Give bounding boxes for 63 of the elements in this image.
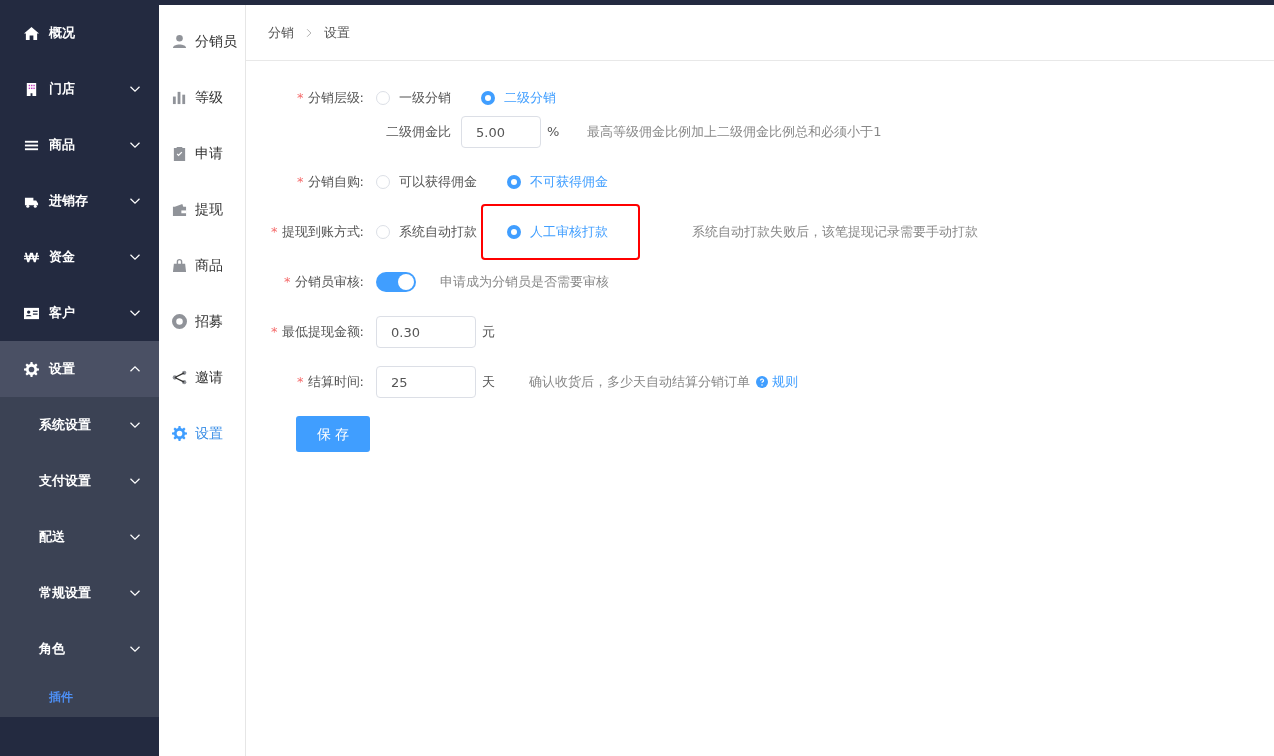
sidebar-subitem[interactable]: 系统设置 [0,397,159,453]
building-icon [24,81,39,97]
required-mark: * [297,174,304,190]
field-label: 最低提现金额: [281,324,364,340]
shopping-bag-icon [172,257,187,273]
unit-label: % [547,123,560,142]
sidebar-item[interactable]: 资金 [0,229,159,285]
subnav-item[interactable]: 邀请 [159,349,245,405]
subnav-item[interactable]: 商品 [159,237,245,293]
sidebar-item[interactable]: 商品 [0,117,159,173]
sidebar-item[interactable]: 进销存 [0,173,159,229]
unit-label: 天 [482,373,495,392]
field-label: 二级佣金比 [386,123,451,142]
clipboard-icon [172,145,187,161]
unit-label: 元 [482,323,495,342]
field-label: 分销层级: [307,90,364,106]
radio-option[interactable]: 一级分销 [376,88,451,108]
required-mark: * [271,324,278,340]
lifebuoy-icon [172,313,187,329]
subnav-item[interactable]: 申请 [159,125,245,181]
breadcrumb-link[interactable]: 分销 [268,22,294,43]
subnav-item[interactable]: 设置 [159,405,245,461]
subnav-item[interactable]: 提现 [159,181,245,237]
radio-option[interactable]: 可以获得佣金 [376,172,477,192]
toggle-switch[interactable] [376,272,416,292]
sidebar-subitem[interactable]: 常规设置 [0,565,159,621]
required-mark: * [297,90,304,106]
breadcrumb-current: 设置 [324,23,350,42]
sidebar-subitem[interactable]: 支付设置 [0,453,159,509]
help-text: 申请成为分销员是否需要审核 [440,273,609,292]
settings-icon [172,425,187,441]
field-label: 分销自购: [307,174,364,190]
help-text: 系统自动打款失败后，该笔提现记录需要手动打款 [692,223,978,242]
help-text: 确认收货后，多少天自动结算分销订单 [529,373,750,392]
text-input[interactable]: 25 [376,366,476,398]
help-text: 最高等级佣金比例加上二级佣金比例总和必须小于1 [587,123,882,142]
help-icon [756,376,768,388]
text-input[interactable]: 5.00 [461,116,541,148]
chevron-right-icon [304,27,314,38]
bar-chart-icon [172,89,187,105]
sidebar-subitem[interactable]: 配送 [0,509,159,565]
sidebar-item[interactable]: 设置 [0,341,159,397]
sidebar-item[interactable]: 门店 [0,61,159,117]
required-mark: * [297,374,304,390]
field-label: 提现到账方式: [281,224,364,240]
wallet-icon [172,201,187,217]
subnav-item[interactable]: 分销员 [159,13,245,69]
radio-option[interactable]: 系统自动打款 [376,222,477,242]
field-label: 结算时间: [307,374,364,390]
subnav-item[interactable]: 等级 [159,69,245,125]
share-icon [172,369,187,385]
field-label: 分销员审核: [294,274,364,290]
sidebar-item[interactable]: 概况 [0,5,159,61]
required-mark: * [284,274,291,290]
sidebar-item[interactable]: 客户 [0,285,159,341]
id-card-icon [24,305,39,321]
required-mark: * [271,224,278,240]
text-input[interactable]: 0.30 [376,316,476,348]
settings-icon [24,361,39,377]
house-icon [24,25,39,41]
user-icon [172,33,187,49]
subnav-item[interactable]: 招募 [159,293,245,349]
sidebar-subitem[interactable]: 角色 [0,621,159,677]
